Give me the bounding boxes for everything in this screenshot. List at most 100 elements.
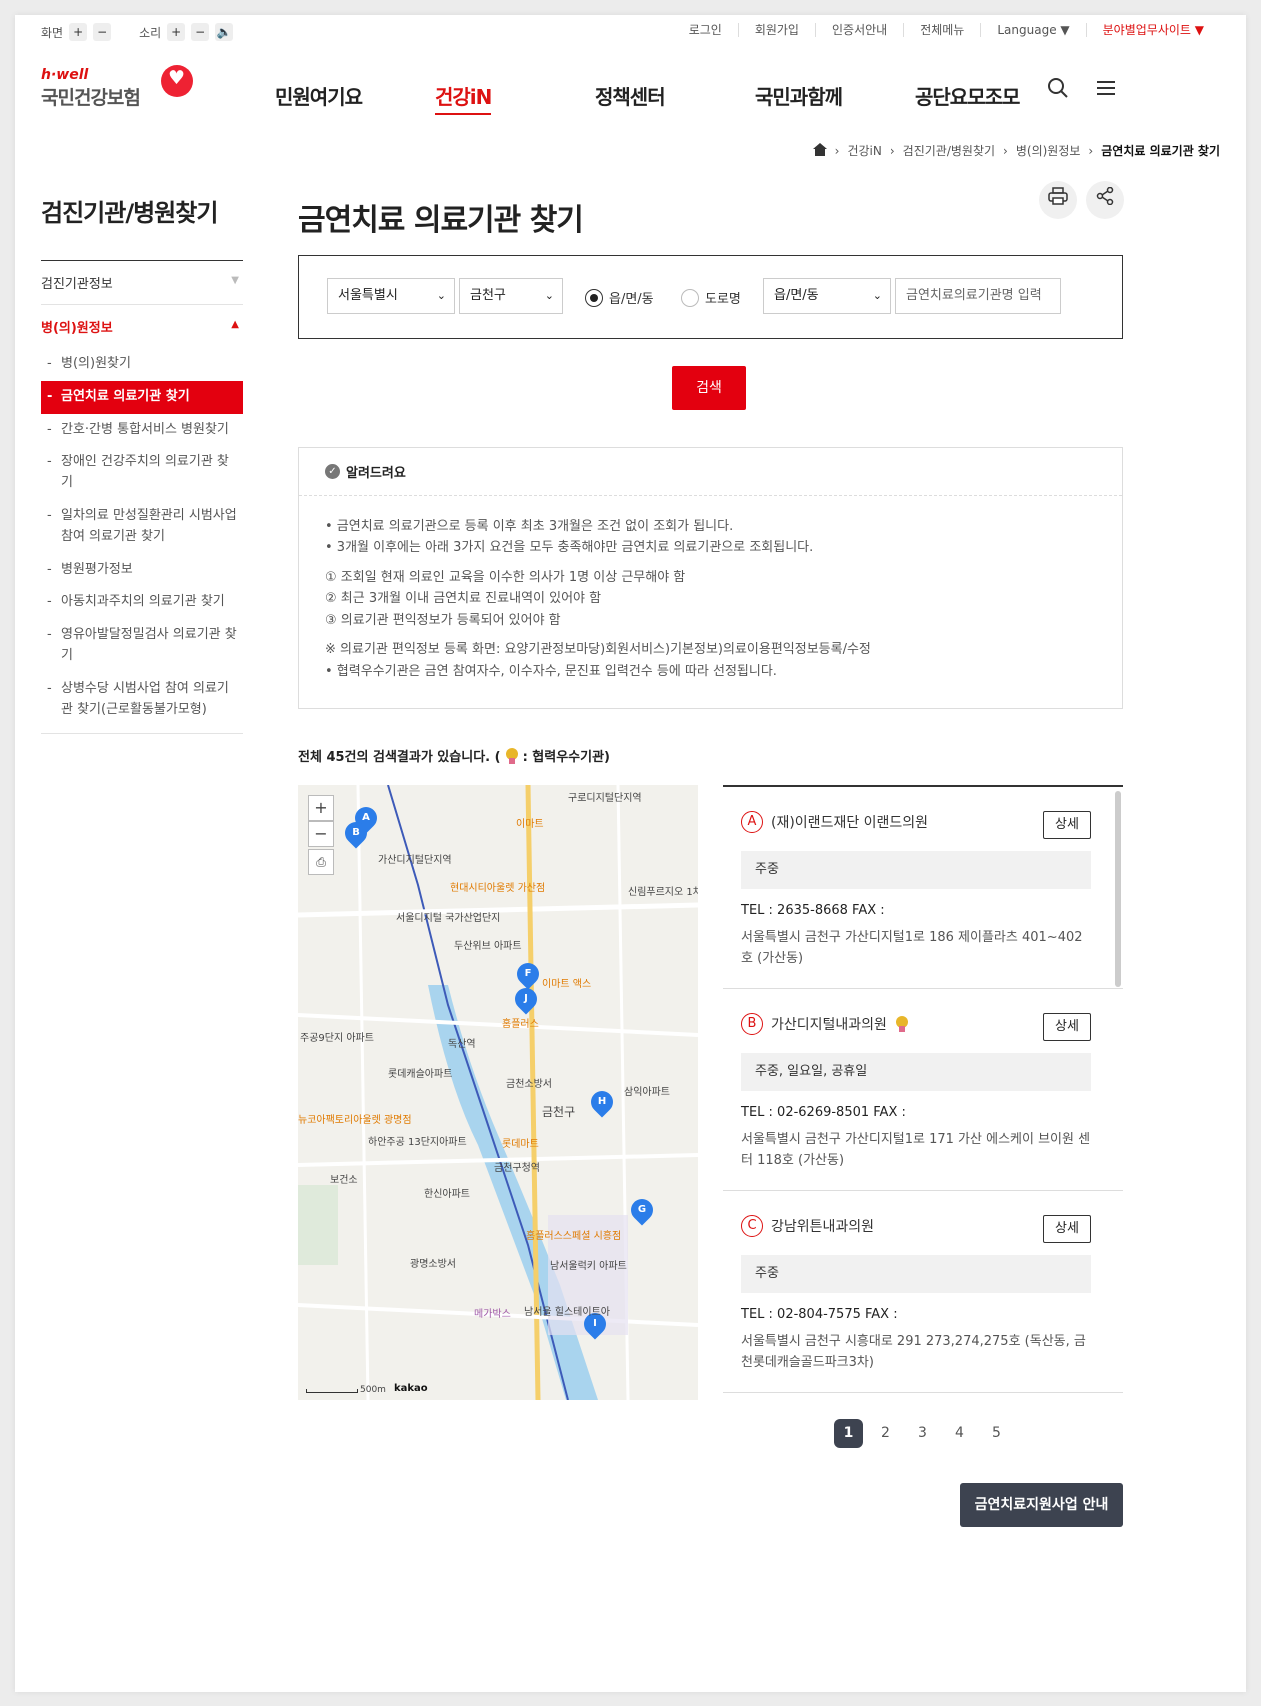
search-icon[interactable] [1047,77,1069,105]
district-select-value: 금천구 [470,288,506,303]
detail-button[interactable]: 상세 [1043,811,1091,839]
screen-zoom-in-button[interactable]: + [69,23,88,41]
sound-down-button[interactable]: − [191,23,210,41]
phone: TEL : 02-6269-8501 FAX : [741,1105,906,1120]
nav-health-in[interactable]: 건강iN [435,81,595,115]
chevron-down-icon: ⌄ [872,289,882,302]
language-select[interactable]: Language ▼ [980,23,1085,37]
map-label: 주공9단지 아파트 [300,1033,374,1044]
breadcrumb-item[interactable]: 검진기관/병원찾기 [903,142,995,159]
detail-button[interactable]: 상세 [1043,1013,1091,1041]
hours: 주중 [741,851,1091,889]
search-button[interactable]: 검색 [672,366,746,410]
smoking-cessation-guide-button[interactable]: 금연치료지원사업 안내 [960,1483,1123,1527]
page-button[interactable]: 4 [945,1419,974,1448]
side-submenu-item[interactable]: 간호·간병 통합서비스 병원찾기 [41,414,243,447]
nav-policy[interactable]: 정책센터 [595,81,755,110]
institution-name-input[interactable]: 금연치료의료기관명 입력 [895,278,1061,314]
chevron-down-icon: ▼ [231,275,239,286]
radio-road-icon [681,288,699,307]
map-label: 신림푸르지오 1차아파트 [628,887,698,898]
side-submenu-item[interactable]: 영유아발달정밀검사 의료기관 찾기 [41,619,243,673]
hours: 주중, 일요일, 공휴일 [741,1053,1091,1091]
map-label: 독산역 [448,1039,476,1050]
map-pin[interactable]: H [586,1086,618,1118]
breadcrumb-current: 금연치료 의료기관 찾기 [1101,144,1220,158]
side-menu-hospital-info[interactable]: 병(의)원정보 ▲ [41,305,243,348]
speaker-icon[interactable]: 🔈 [215,23,234,41]
radio-dong[interactable]: 읍/면/동 [585,288,654,307]
side-submenu-item[interactable]: 병원평가정보 [41,554,243,587]
chevron-down-icon: ⌄ [544,289,554,302]
map-print-icon[interactable]: ⎙ [308,849,334,875]
menu-icon[interactable] [1095,77,1117,105]
sound-up-button[interactable]: + [167,23,186,41]
map-pin[interactable]: G [626,1194,658,1226]
result-count-legend: : 협력우수기관) [522,750,610,765]
side-submenu-item[interactable]: 상병수당 시범사업 참여 의료기관 찾기(근로활동불가모형) [41,673,243,727]
logo[interactable]: h·well 국민건강보험 [41,65,193,110]
district-select[interactable]: 금천구 ⌄ [459,278,563,314]
hours: 주중 [741,1255,1091,1293]
list-item[interactable]: C 강남위튼내과의원 상세 주중 TEL : 02-804-7575 FAX :… [723,1191,1123,1393]
side-submenu-item[interactable]: 장애인 건강주치의 의료기관 찾기 [41,446,243,500]
login-link[interactable]: 로그인 [673,23,738,37]
dong-select-value: 읍/면/동 [774,288,819,303]
page-button[interactable]: 3 [908,1419,937,1448]
institution-name: 가산디지털내과의원 [771,1017,887,1033]
all-menu-link[interactable]: 전체메뉴 [903,23,980,37]
map-label: 한신아파트 [424,1189,470,1200]
home-icon[interactable] [812,142,827,159]
map[interactable]: + − ⎙ A B F J H G I 가산디지털단지역 현대시티아울렛 가산점… [298,785,698,1400]
map-zoom-in-button[interactable]: + [308,795,334,821]
map-label: 삼익아파트 [624,1087,670,1098]
map-pin[interactable]: J [510,983,542,1015]
logo-hwell: h·well [41,67,89,83]
share-icon[interactable] [1086,181,1124,219]
radio-road[interactable]: 도로명 [681,288,741,307]
page-button-current[interactable]: 1 [834,1419,863,1448]
map-pin[interactable]: F [512,958,544,990]
medal-icon [505,747,519,764]
phone: TEL : 2635-8668 FAX : [741,903,885,918]
page-button[interactable]: 2 [871,1419,900,1448]
page-button[interactable]: 5 [982,1419,1011,1448]
nav-civil[interactable]: 민원여기요 [275,81,435,110]
address: 서울특별시 금천구 가산디지털1로 171 가산 에스케이 브이원 센터 118… [741,1132,1091,1168]
field-site-select[interactable]: 분야별업무사이트 ▼ [1085,23,1220,37]
detail-button[interactable]: 상세 [1043,1215,1091,1243]
print-icon[interactable] [1039,181,1077,219]
marker-letter: C [741,1215,763,1237]
side-submenu-item[interactable]: 병(의)원찾기 [41,348,243,381]
list-item[interactable]: B 가산디지털내과의원 상세 주중, 일요일, 공휴일 TEL : 02-626… [723,989,1123,1191]
certificate-guide-link[interactable]: 인증서안내 [814,23,903,37]
phone: TEL : 02-804-7575 FAX : [741,1307,898,1322]
heart-logo-icon [161,65,193,97]
map-label: 금천구 [542,1105,576,1119]
map-label: 롯데마트 [502,1139,539,1150]
check-icon: ✓ [325,464,340,479]
map-zoom-out-button[interactable]: − [308,821,334,847]
map-label: 현대시티아울렛 가산점 [450,883,546,894]
city-select[interactable]: 서울특별시 ⌄ [327,278,455,314]
page-title: 금연치료 의료기관 찾기 [298,203,584,238]
signup-link[interactable]: 회원가입 [737,23,815,37]
dong-select[interactable]: 읍/면/동 ⌄ [763,278,891,314]
breadcrumb-item[interactable]: 건강iN [847,142,881,159]
side-submenu-item-active[interactable]: 금연치료 의료기관 찾기 [41,380,243,414]
breadcrumb-item[interactable]: 병(의)원정보 [1016,142,1081,159]
list-item[interactable]: A (재)이랜드재단 이랜드의원 상세 주중 TEL : 2635-8668 F… [723,787,1123,989]
side-submenu-item[interactable]: 아동치과주치의 의료기관 찾기 [41,586,243,619]
map-label: 금천구청역 [494,1163,540,1174]
screen-zoom-out-button[interactable]: − [93,23,112,41]
map-label: 롯데캐슬아파트 [388,1069,453,1080]
notice-title: 알려드려요 [346,466,406,481]
side-menu-checkup-info[interactable]: 검진기관정보 ▼ [41,261,243,305]
side-submenu-item[interactable]: 일차의료 만성질환관리 시범사업 참여 의료기관 찾기 [41,500,243,554]
map-pin[interactable]: B [340,817,372,849]
notice-line: ① 조회일 현재 의료인 교육을 이수한 의사가 1명 이상 근무해야 함 [325,569,686,585]
breadcrumb: › 건강iN › 검진기관/병원찾기 › 병(의)원정보 › 금연치료 의료기관… [812,142,1220,159]
nav-together[interactable]: 국민과함께 [755,81,915,110]
notice-line: • 금연치료 의료기관으로 등록 이후 최초 3개월은 조건 없이 조회가 됩니… [325,519,734,534]
screen-label: 화면 [41,25,64,40]
